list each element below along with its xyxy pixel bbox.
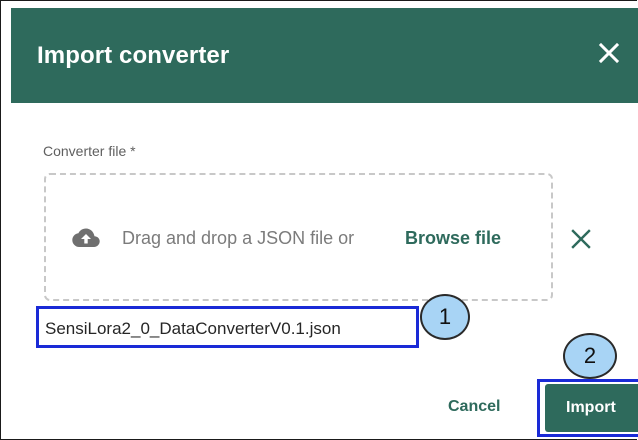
import-button[interactable]: Import [545, 384, 638, 432]
browse-file-link[interactable]: Browse file [405, 228, 501, 249]
clear-file-button[interactable] [569, 227, 593, 251]
close-button[interactable] [594, 38, 624, 68]
cancel-button[interactable]: Cancel [448, 398, 500, 416]
cloud-upload-icon [72, 228, 100, 247]
dialog-header: Import converter [11, 8, 638, 103]
dialog-title: Import converter [37, 42, 230, 69]
import-button-label: Import [566, 399, 616, 416]
selected-file-name: SensiLora2_0_DataConverterV0.1.json [45, 319, 341, 338]
callout-step-2: 2 [563, 333, 617, 379]
close-icon [598, 42, 620, 64]
callout-step-1: 1 [420, 294, 470, 340]
clear-icon [571, 229, 591, 249]
dropzone-text: Drag and drop a JSON file or [122, 228, 355, 248]
file-dropzone[interactable]: Drag and drop a JSON file or Browse file [44, 173, 553, 301]
selected-file-highlight: SensiLora2_0_DataConverterV0.1.json [36, 306, 419, 348]
converter-file-label: Converter file * [43, 143, 136, 159]
